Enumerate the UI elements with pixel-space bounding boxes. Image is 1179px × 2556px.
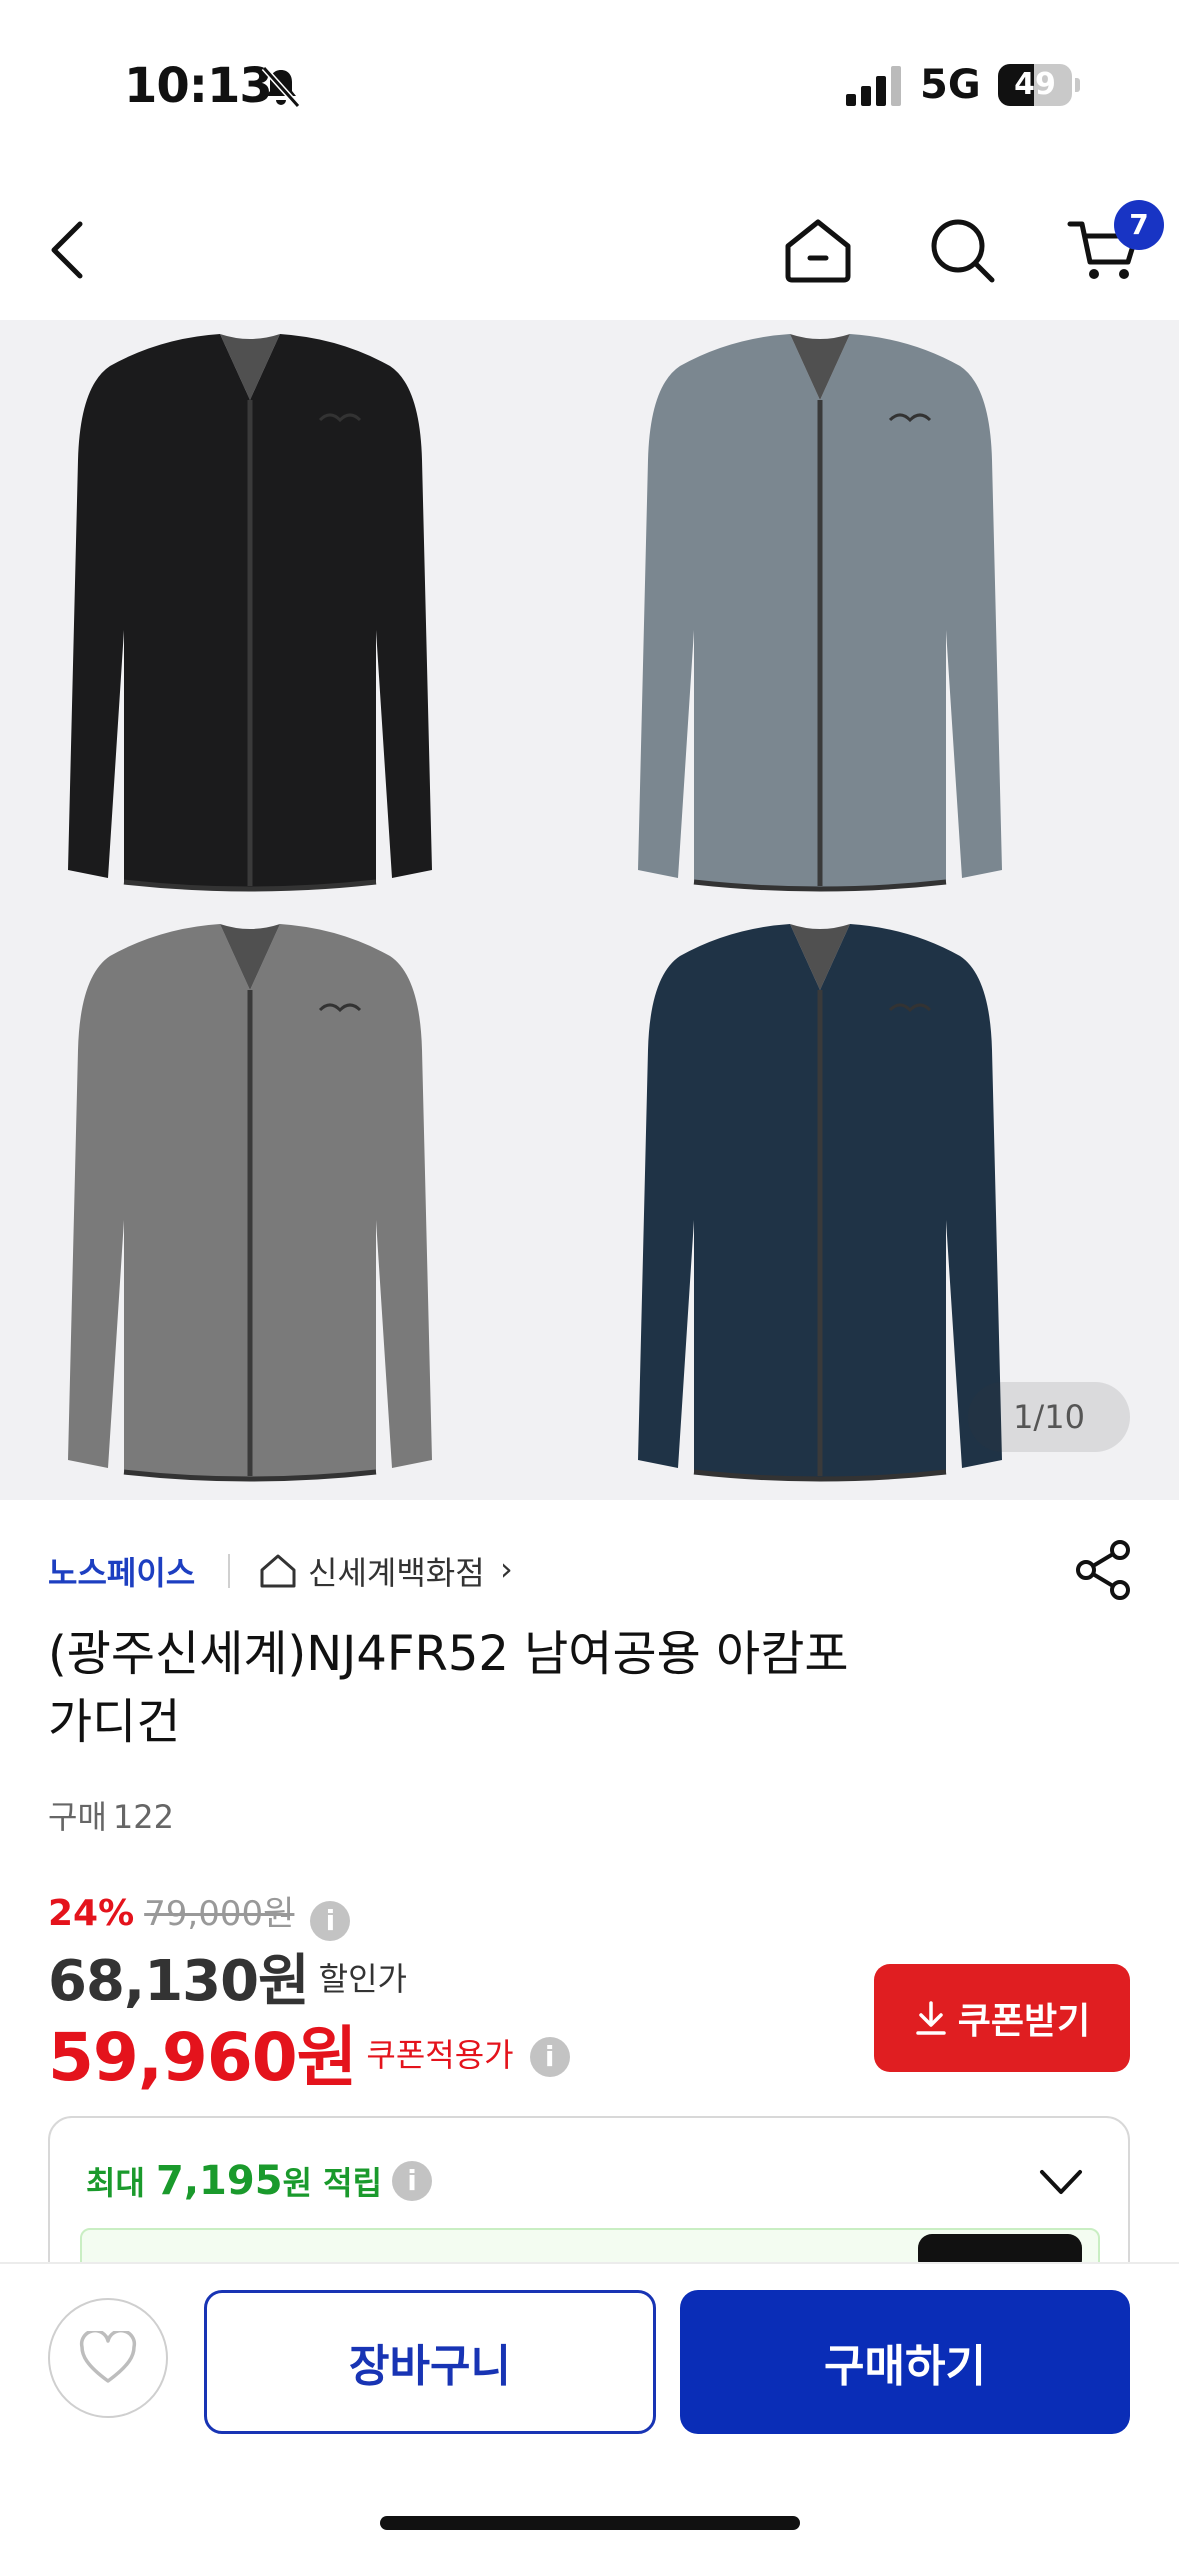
heart-icon <box>79 2331 137 2383</box>
discount-row: 24% 79,000원 i <box>48 1886 351 1941</box>
home-icon[interactable] <box>778 210 858 290</box>
chevron-down-icon[interactable] <box>1036 2162 1086 2202</box>
network-type: 5G <box>920 62 981 108</box>
share-icon[interactable] <box>1074 1538 1134 1602</box>
product-image[interactable] <box>0 320 1179 1500</box>
store-link[interactable]: 신세계백화점 <box>308 1548 485 1594</box>
coupon-price-label: 쿠폰적용가 <box>366 2036 514 2074</box>
black-cardigan <box>68 334 432 892</box>
image-counter: 1/10 <box>968 1382 1130 1452</box>
add-to-cart-button[interactable]: 장바구니 <box>204 2290 656 2434</box>
coupon-price: 59,960원 <box>48 2019 357 2096</box>
coupon-info-icon[interactable]: i <box>529 2037 570 2077</box>
points-amount: 7,195 <box>156 2158 283 2204</box>
home-indicator <box>380 2516 800 2530</box>
cardigan-photo <box>68 334 1002 1482</box>
brand-row: 노스페이스 신세계백화점 › <box>48 1540 1148 1600</box>
original-price: 79,000원 <box>144 1894 295 1934</box>
chevron-right-icon: › <box>500 1550 513 1588</box>
product-title: (광주신세계)NJ4FR52 남여공용 아캄포 가디건 <box>48 1626 849 1750</box>
download-icon <box>916 2001 946 2035</box>
points-text: 최대 7,195원 적립 i <box>86 2158 433 2204</box>
status-bar: 10:13 5G 49 <box>0 0 1179 160</box>
sale-price-label: 할인가 <box>318 1960 407 1998</box>
back-chevron-icon[interactable] <box>30 210 110 290</box>
coupon-price-row: 59,960원 쿠폰적용가 i <box>48 2004 570 2100</box>
gray-cardigan <box>68 924 432 1482</box>
brand-link[interactable]: 노스페이스 <box>48 1548 195 1594</box>
store-home-icon <box>260 1554 296 1588</box>
cart-count-badge: 7 <box>1114 200 1164 250</box>
status-time: 10:13 <box>124 58 273 114</box>
info-icon[interactable]: i <box>310 1900 351 1941</box>
discount-rate: 24% <box>48 1893 135 1934</box>
bottom-action-bar: 장바구니 구매하기 <box>0 2262 1179 2556</box>
battery-icon: 49 <box>998 64 1080 106</box>
buy-now-button[interactable]: 구매하기 <box>680 2290 1130 2434</box>
wishlist-button[interactable] <box>48 2298 168 2418</box>
points-info-icon[interactable]: i <box>392 2161 433 2201</box>
search-icon[interactable] <box>922 210 1002 290</box>
bell-off-icon <box>261 65 301 109</box>
cellular-signal-icon <box>846 66 901 106</box>
top-navigation <box>0 180 1179 320</box>
light-gray-cardigan <box>638 334 1002 892</box>
divider <box>228 1554 230 1588</box>
get-coupon-button[interactable]: 쿠폰받기 <box>874 1964 1130 2072</box>
purchase-count: 구매 122 <box>48 1798 174 1836</box>
battery-level: 49 <box>1014 67 1056 102</box>
navy-cardigan <box>638 924 1002 1482</box>
